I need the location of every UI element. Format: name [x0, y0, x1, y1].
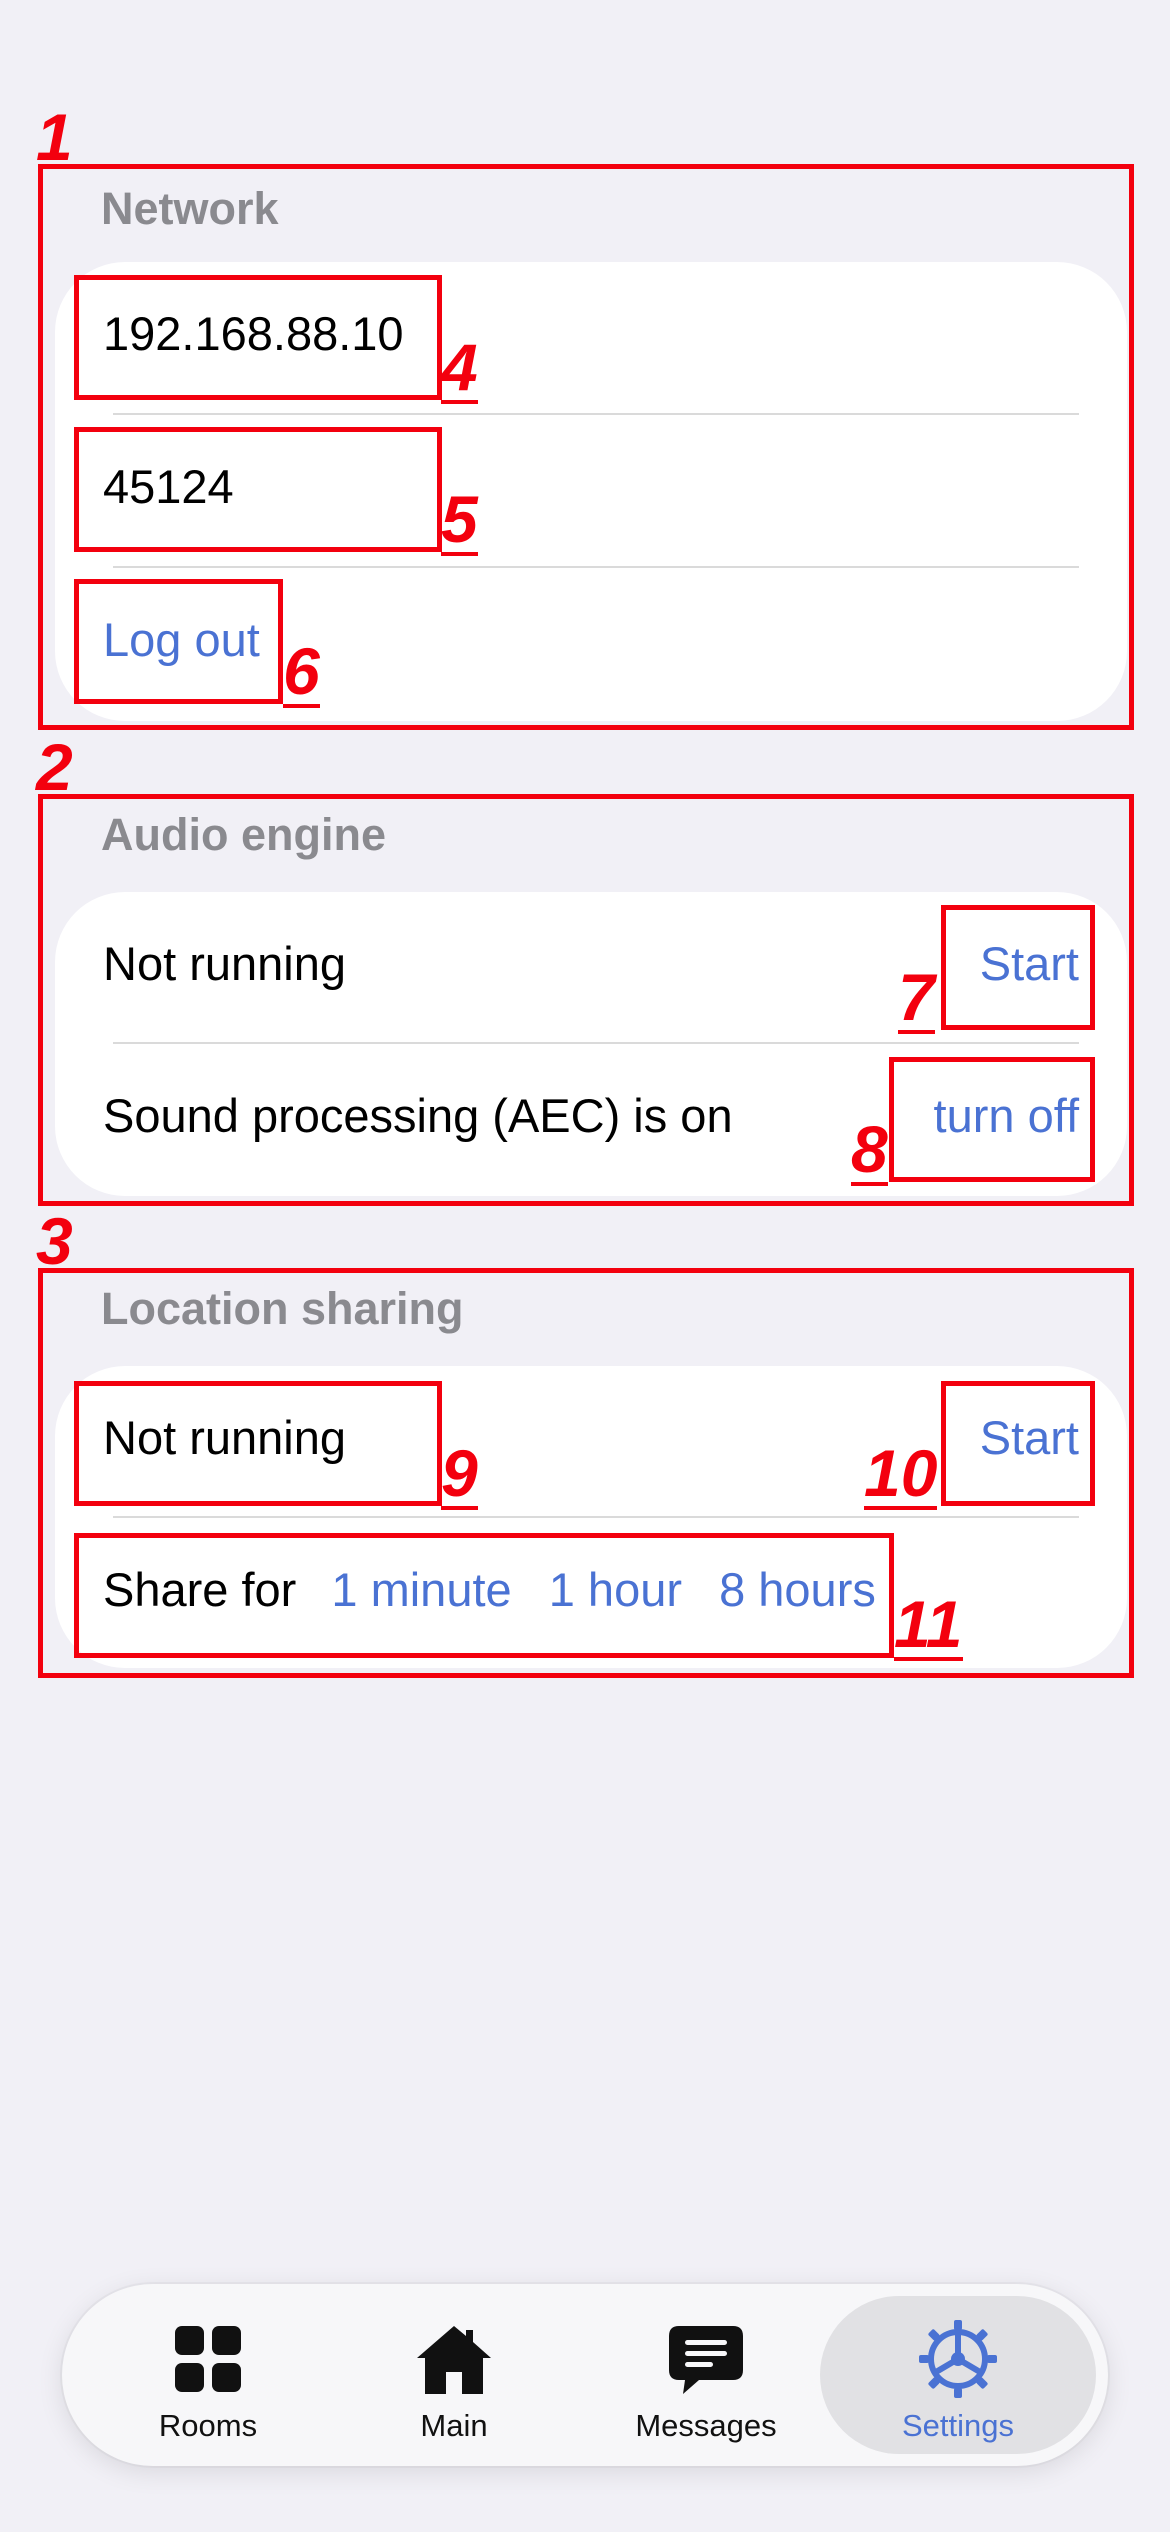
- annotation-box-11: [74, 1533, 894, 1658]
- annotation-box-8: [889, 1057, 1095, 1182]
- annotation-label-2: 2: [36, 730, 73, 804]
- annotation-box-4: [74, 275, 442, 400]
- location-section-header: Location sharing: [101, 1283, 464, 1334]
- tab-rooms[interactable]: Rooms: [102, 2284, 314, 2466]
- home-icon: [413, 2318, 495, 2400]
- annotation-box-7: [941, 905, 1095, 1030]
- annotation-label-4: 4: [441, 330, 478, 404]
- divider: [113, 413, 1079, 415]
- tab-main[interactable]: Main: [348, 2284, 560, 2466]
- annotation-label-1: 1: [36, 100, 73, 174]
- tab-rooms-label: Rooms: [158, 2408, 258, 2443]
- audio-status-text: Not running: [103, 937, 346, 990]
- annotation-box-5: [74, 427, 442, 552]
- tab-bar: Rooms Main Messages Settings: [62, 2284, 1108, 2466]
- tab-settings[interactable]: Settings: [820, 2284, 1096, 2466]
- annotation-box-9: [74, 1381, 442, 1506]
- annotation-label-9: 9: [441, 1436, 478, 1510]
- divider: [113, 1516, 1079, 1518]
- annotation-label-6: 6: [283, 634, 320, 708]
- annotation-label-5: 5: [441, 482, 478, 556]
- annotation-box-6: [74, 579, 283, 704]
- divider: [113, 566, 1079, 568]
- message-icon: [665, 2318, 747, 2400]
- annotation-label-7: 7: [898, 960, 935, 1034]
- divider: [113, 1042, 1079, 1044]
- audio-section-header: Audio engine: [101, 809, 386, 860]
- tab-messages[interactable]: Messages: [596, 2284, 816, 2466]
- gear-icon: [917, 2318, 999, 2400]
- grid-icon: [167, 2318, 249, 2400]
- annotation-label-3: 3: [36, 1204, 73, 1278]
- annotation-label-8: 8: [851, 1112, 888, 1186]
- tab-messages-label: Messages: [635, 2408, 777, 2443]
- annotation-box-10: [941, 1381, 1095, 1506]
- network-section-header: Network: [101, 183, 279, 234]
- annotation-label-11: 11: [894, 1587, 963, 1661]
- aec-status-text: Sound processing (AEC) is on: [103, 1089, 733, 1142]
- annotation-label-10: 10: [864, 1436, 938, 1510]
- tab-settings-label: Settings: [901, 2408, 1014, 2443]
- tab-main-label: Main: [420, 2408, 488, 2443]
